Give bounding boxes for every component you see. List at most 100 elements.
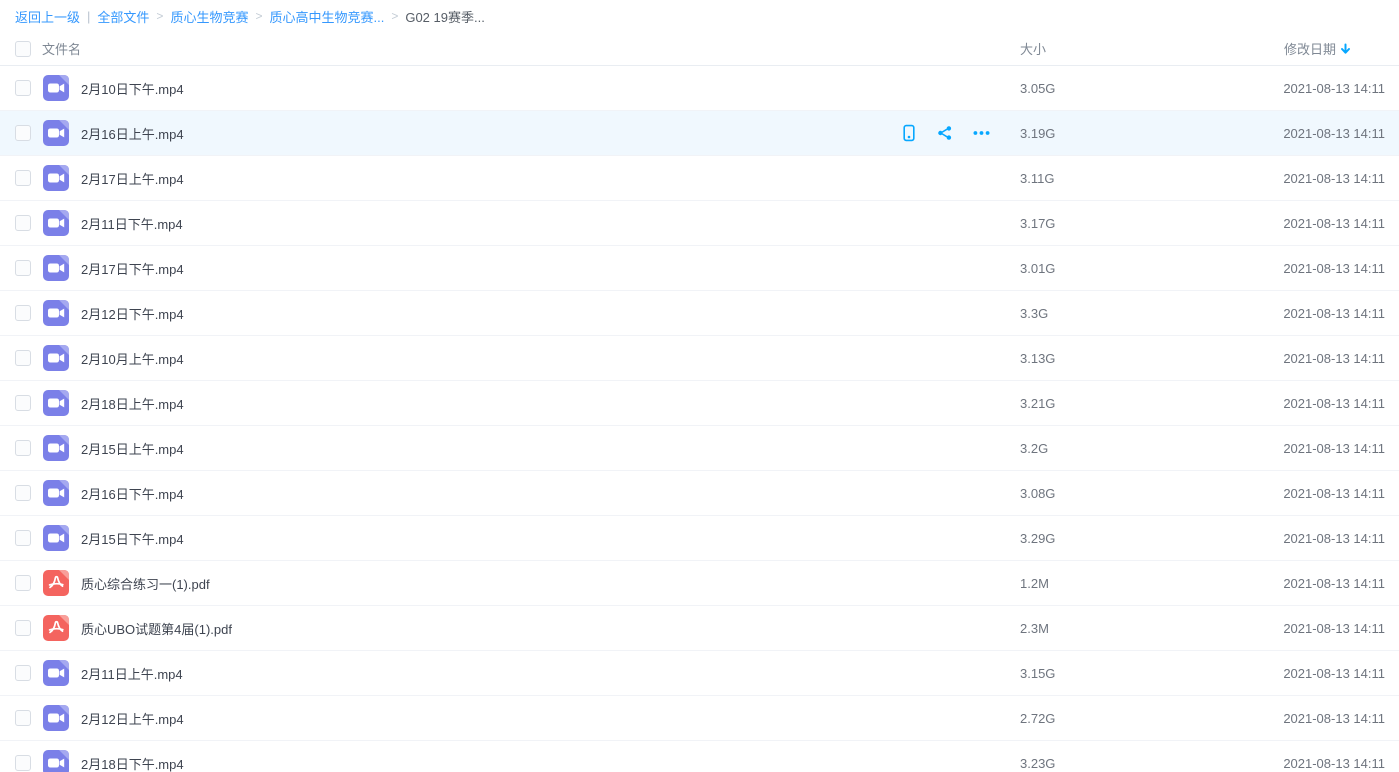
sort-arrow-down-icon [1340, 43, 1351, 55]
row-checkbox[interactable] [15, 710, 31, 726]
column-header-modified-sort[interactable]: 修改日期 [1284, 39, 1351, 58]
file-size: 2.3M [1020, 621, 1049, 636]
breadcrumb-divider: | [87, 9, 90, 24]
video-file-icon [43, 435, 69, 461]
video-file-icon [43, 525, 69, 551]
file-name[interactable]: 2月15日上午.mp4 [81, 439, 184, 458]
video-file-icon [43, 750, 69, 772]
video-file-icon [43, 660, 69, 686]
file-size: 3.29G [1020, 531, 1055, 546]
file-size: 3.08G [1020, 486, 1055, 501]
file-modified: 2021-08-13 14:11 [1283, 576, 1385, 591]
breadcrumb-link-folder-1[interactable]: 质心生物竞赛 [170, 7, 248, 26]
file-size: 3.17G [1020, 216, 1055, 231]
row-checkbox[interactable] [15, 440, 31, 456]
table-row[interactable]: 质心UBO试题第4届(1).pdf 2.3M 2021-08-13 14:11 [0, 606, 1399, 651]
table-row[interactable]: 2月15日下午.mp4 3.29G 2021-08-13 14:11 [0, 516, 1399, 561]
row-checkbox[interactable] [15, 485, 31, 501]
table-row[interactable]: 2月18日下午.mp4 3.23G 2021-08-13 14:11 [0, 741, 1399, 772]
file-name[interactable]: 2月18日下午.mp4 [81, 754, 184, 772]
file-name[interactable]: 2月18日上午.mp4 [81, 394, 184, 413]
file-size: 3.2G [1020, 441, 1048, 456]
row-checkbox[interactable] [15, 755, 31, 771]
column-header-modified-label: 修改日期 [1284, 39, 1336, 58]
table-row[interactable]: 2月12日上午.mp4 2.72G 2021-08-13 14:11 [0, 696, 1399, 741]
row-checkbox[interactable] [15, 665, 31, 681]
select-all-checkbox[interactable] [15, 41, 31, 57]
table-row[interactable]: 2月10月上午.mp4 3.13G 2021-08-13 14:11 [0, 336, 1399, 381]
file-modified: 2021-08-13 14:11 [1283, 666, 1385, 681]
share-icon [936, 124, 954, 142]
back-to-parent-link[interactable]: 返回上一级 [15, 7, 80, 26]
breadcrumb-current-folder: G02 19赛季... [405, 7, 484, 26]
file-size: 3.01G [1020, 261, 1055, 276]
file-name[interactable]: 2月10日下午.mp4 [81, 79, 184, 98]
file-size: 3.21G [1020, 396, 1055, 411]
table-row[interactable]: 2月15日上午.mp4 3.2G 2021-08-13 14:11 [0, 426, 1399, 471]
table-row[interactable]: 2月11日上午.mp4 3.15G 2021-08-13 14:11 [0, 651, 1399, 696]
file-name[interactable]: 质心综合练习一(1).pdf [81, 574, 210, 593]
table-row[interactable]: 2月16日下午.mp4 3.08G 2021-08-13 14:11 [0, 471, 1399, 516]
breadcrumb-link-all-files[interactable]: 全部文件 [97, 7, 149, 26]
file-size: 3.19G [1020, 126, 1055, 141]
file-name[interactable]: 2月11日下午.mp4 [81, 214, 183, 233]
file-name[interactable]: 2月12日下午.mp4 [81, 304, 184, 323]
video-file-icon [43, 705, 69, 731]
file-name[interactable]: 质心UBO试题第4届(1).pdf [81, 619, 232, 638]
file-modified: 2021-08-13 14:11 [1283, 351, 1385, 366]
file-name[interactable]: 2月12日上午.mp4 [81, 709, 184, 728]
file-modified: 2021-08-13 14:11 [1283, 126, 1385, 141]
row-checkbox[interactable] [15, 80, 31, 96]
file-modified: 2021-08-13 14:11 [1283, 396, 1385, 411]
share-button[interactable] [935, 123, 955, 143]
row-checkbox[interactable] [15, 395, 31, 411]
table-row[interactable]: 2月16日上午.mp4 [0, 111, 1399, 156]
table-row[interactable]: 2月17日上午.mp4 3.11G 2021-08-13 14:11 [0, 156, 1399, 201]
table-row[interactable]: 2月10日下午.mp4 3.05G 2021-08-13 14:11 [0, 66, 1399, 111]
file-manager: 返回上一级 | 全部文件 > 质心生物竞赛 > 质心高中生物竞赛... > G0… [0, 0, 1399, 772]
file-size: 3.15G [1020, 666, 1055, 681]
table-row[interactable]: 2月18日上午.mp4 3.21G 2021-08-13 14:11 [0, 381, 1399, 426]
file-modified: 2021-08-13 14:11 [1283, 216, 1385, 231]
video-file-icon [43, 255, 69, 281]
file-name[interactable]: 2月15日下午.mp4 [81, 529, 184, 548]
file-modified: 2021-08-13 14:11 [1283, 756, 1385, 771]
table-row[interactable]: 2月11日下午.mp4 3.17G 2021-08-13 14:11 [0, 201, 1399, 246]
video-file-icon [43, 120, 69, 146]
file-size: 3.11G [1020, 171, 1054, 186]
breadcrumb-link-folder-2[interactable]: 质心高中生物竞赛... [269, 7, 384, 26]
device-icon [900, 124, 918, 142]
more-actions-button[interactable] [971, 123, 991, 143]
video-file-icon [43, 345, 69, 371]
file-name[interactable]: 2月17日下午.mp4 [81, 259, 184, 278]
video-file-icon [43, 210, 69, 236]
file-name[interactable]: 2月10月上午.mp4 [81, 349, 184, 368]
row-checkbox[interactable] [15, 350, 31, 366]
table-row[interactable]: 2月17日下午.mp4 3.01G 2021-08-13 14:11 [0, 246, 1399, 291]
row-checkbox[interactable] [15, 215, 31, 231]
file-size: 1.2M [1020, 576, 1049, 591]
file-modified: 2021-08-13 14:11 [1283, 711, 1385, 726]
row-checkbox[interactable] [15, 125, 31, 141]
file-name[interactable]: 2月16日下午.mp4 [81, 484, 184, 503]
file-name[interactable]: 2月16日上午.mp4 [81, 124, 184, 143]
row-checkbox[interactable] [15, 170, 31, 186]
row-checkbox[interactable] [15, 620, 31, 636]
row-checkbox[interactable] [15, 305, 31, 321]
table-row[interactable]: 质心综合练习一(1).pdf 1.2M 2021-08-13 14:11 [0, 561, 1399, 606]
row-checkbox[interactable] [15, 260, 31, 276]
breadcrumb-separator-icon: > [255, 9, 262, 23]
table-row[interactable]: 2月12日下午.mp4 3.3G 2021-08-13 14:11 [0, 291, 1399, 336]
send-to-device-button[interactable] [899, 123, 919, 143]
file-name[interactable]: 2月11日上午.mp4 [81, 664, 183, 683]
file-name[interactable]: 2月17日上午.mp4 [81, 169, 184, 188]
video-file-icon [43, 165, 69, 191]
breadcrumb-separator-icon: > [391, 9, 398, 23]
row-checkbox[interactable] [15, 575, 31, 591]
video-file-icon [43, 480, 69, 506]
row-checkbox[interactable] [15, 530, 31, 546]
file-modified: 2021-08-13 14:11 [1283, 306, 1385, 321]
table-header: 文件名 大小 修改日期 [0, 32, 1399, 66]
file-size: 3.23G [1020, 756, 1055, 771]
file-modified: 2021-08-13 14:11 [1283, 531, 1385, 546]
